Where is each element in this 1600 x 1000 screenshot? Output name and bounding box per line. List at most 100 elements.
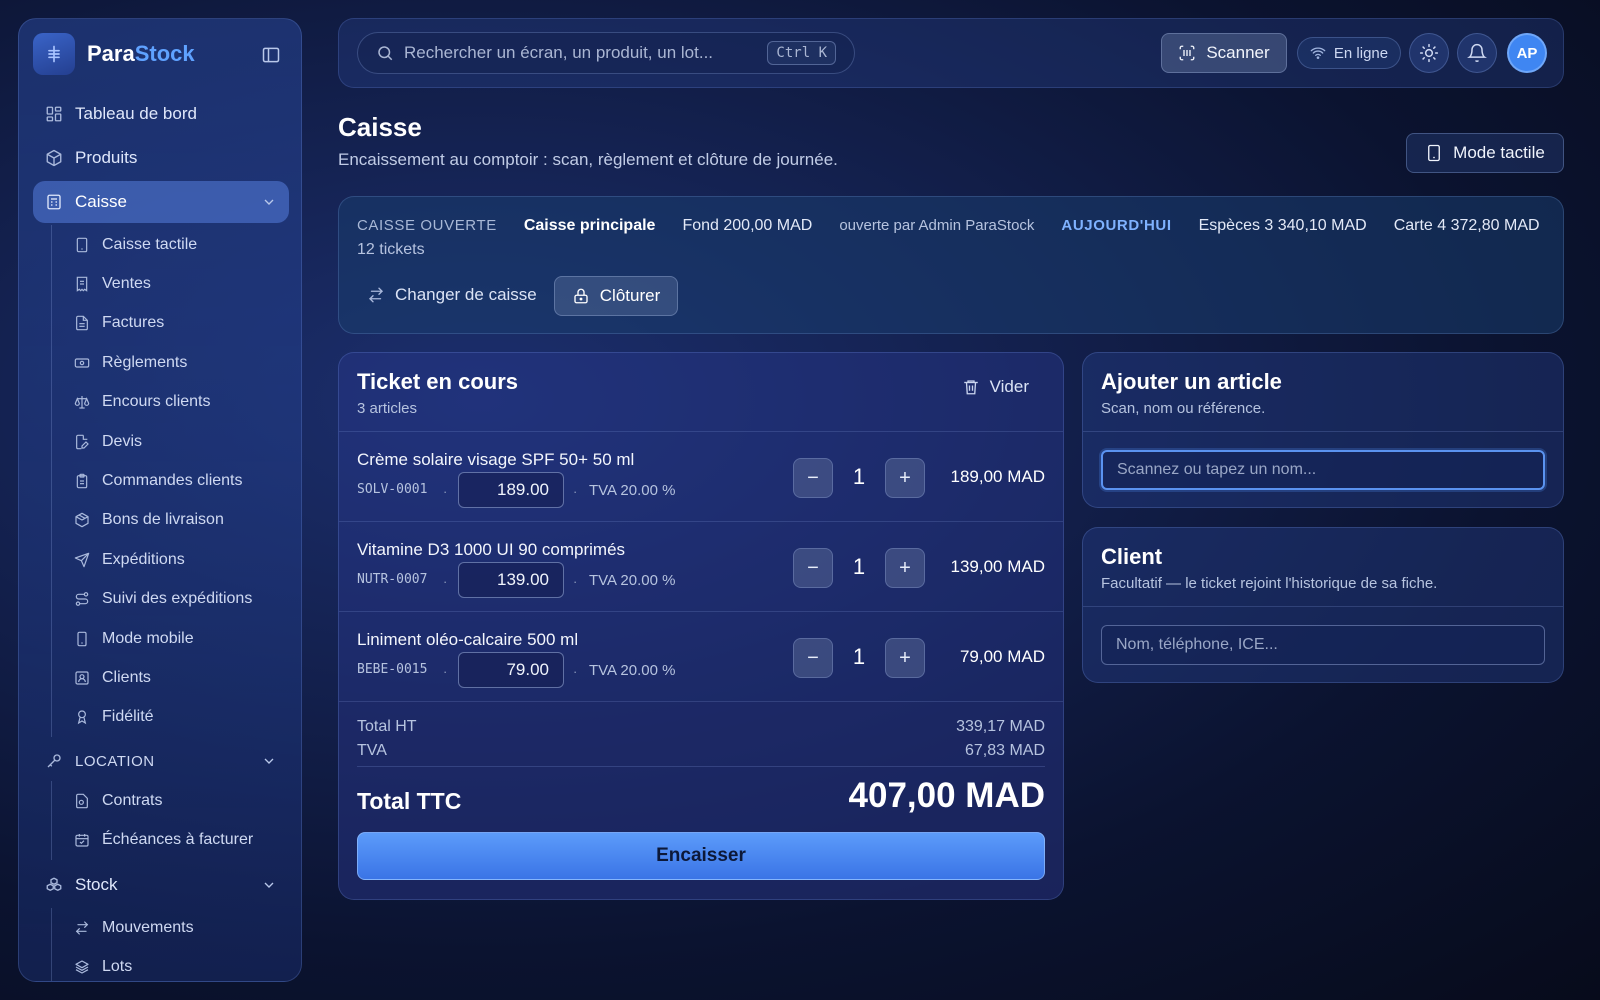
tva-row: TVA 67,83 MAD xyxy=(357,742,1045,760)
sidebar-item-ventes[interactable]: Ventes xyxy=(74,264,289,303)
sidebar-item-label: Lots xyxy=(102,957,133,975)
scanner-button[interactable]: Scanner xyxy=(1161,33,1287,73)
qty-increase-button[interactable]: + xyxy=(885,458,925,498)
line-unit-price-input[interactable] xyxy=(458,562,564,598)
ticket-line: Crème solaire visage SPF 50+ 50 ml SOLV-… xyxy=(339,431,1063,521)
sidebar-section-location[interactable]: LOCATION xyxy=(33,741,289,781)
send-icon xyxy=(74,552,90,568)
sidebar-item-products[interactable]: Produits xyxy=(33,137,289,179)
client-search-input[interactable] xyxy=(1101,625,1545,665)
search-bar[interactable]: Rechercher un écran, un produit, un lot.… xyxy=(357,32,855,74)
separator-dot: · xyxy=(443,484,448,499)
chevron-down-icon[interactable] xyxy=(261,877,277,893)
sidebar-toggle-icon[interactable] xyxy=(261,45,281,65)
register-status: CAISSE OUVERTE xyxy=(357,217,497,234)
change-register-label: Changer de caisse xyxy=(395,285,537,304)
route-icon xyxy=(74,591,90,607)
line-unit-price-input[interactable] xyxy=(458,652,564,688)
chevron-down-icon[interactable] xyxy=(261,753,277,769)
contact-icon xyxy=(74,670,90,686)
sidebar-item-label: Devis xyxy=(102,432,143,450)
sidebar-item-expeditions[interactable]: Expéditions xyxy=(74,540,289,579)
sidebar-item-fidelite[interactable]: Fidélité xyxy=(74,698,289,737)
add-article-input[interactable] xyxy=(1101,450,1545,490)
sidebar-item-mouvements[interactable]: Mouvements xyxy=(74,908,289,947)
notifications-button[interactable] xyxy=(1457,33,1497,73)
register-fund: Fond 200,00 MAD xyxy=(682,217,813,234)
plus-icon: + xyxy=(899,556,911,579)
line-quantity: 1 xyxy=(852,644,866,669)
sidebar-item-label: Produits xyxy=(75,148,138,167)
sidebar-item-suivi[interactable]: Suivi des expéditions xyxy=(74,580,289,619)
separator-dot: · xyxy=(573,574,578,589)
scale-icon xyxy=(74,394,90,410)
card-divider xyxy=(1083,431,1563,432)
sidebar-item-label: Expéditions xyxy=(102,550,185,568)
close-register-button[interactable]: Clôturer xyxy=(554,276,678,316)
sidebar-item-mode-mobile[interactable]: Mode mobile xyxy=(74,619,289,658)
brand-name: ParaStock xyxy=(87,41,195,66)
ticket-totals: Total HT 339,17 MAD TVA 67,83 MAD Total … xyxy=(339,701,1063,899)
file-icon xyxy=(74,315,90,331)
tva-value: 67,83 MAD xyxy=(964,742,1045,759)
separator-dot: · xyxy=(573,664,578,679)
qty-increase-button[interactable]: + xyxy=(885,548,925,588)
chevron-down-icon[interactable] xyxy=(261,194,277,210)
avatar[interactable]: AP xyxy=(1507,33,1547,73)
sidebar-item-label: Mode mobile xyxy=(102,629,194,647)
sidebar-item-reglements[interactable]: Règlements xyxy=(74,343,289,382)
sidebar-item-caisse-tactile[interactable]: Caisse tactile xyxy=(74,225,289,264)
client-panel: Client Facultatif — le ticket rejoint l'… xyxy=(1082,527,1564,683)
theme-toggle-button[interactable] xyxy=(1409,33,1449,73)
lock-icon xyxy=(572,287,590,305)
brand-logo xyxy=(33,33,75,75)
ticket-lines: Crème solaire visage SPF 50+ 50 ml SOLV-… xyxy=(339,431,1063,701)
caisse-subnav: Caisse tactile Ventes Factures Règlement… xyxy=(51,225,289,738)
line-vat: TVA 20.00 % xyxy=(589,662,676,679)
separator-dot: · xyxy=(443,574,448,589)
clipboard-icon xyxy=(74,473,90,489)
sidebar-item-label: Suivi des expéditions xyxy=(102,590,253,608)
scanner-label: Scanner xyxy=(1206,43,1270,62)
sidebar-item-echeances[interactable]: Échéances à facturer xyxy=(74,820,289,859)
clear-ticket-button[interactable]: Vider xyxy=(962,377,1029,397)
sidebar-item-clients[interactable]: Clients xyxy=(74,658,289,697)
sidebar-item-stock[interactable]: Stock xyxy=(33,864,289,906)
plus-icon: + xyxy=(899,646,911,669)
close-register-label: Clôturer xyxy=(599,286,661,305)
sidebar-item-contrats[interactable]: Contrats xyxy=(74,781,289,820)
line-product-ref: SOLV-0001 xyxy=(357,482,428,497)
mode-tactile-button[interactable]: Mode tactile xyxy=(1406,133,1564,173)
arrows-icon xyxy=(74,920,90,936)
total-ht-value: 339,17 MAD xyxy=(956,718,1045,735)
sidebar-item-caisse[interactable]: Caisse xyxy=(33,181,289,223)
sidebar-item-lots[interactable]: Lots xyxy=(74,947,289,981)
line-unit-price-input[interactable] xyxy=(458,472,564,508)
sidebar-item-bons-livraison[interactable]: Bons de livraison xyxy=(74,501,289,540)
register-opened-by: ouverte par Admin ParaStock xyxy=(839,217,1035,234)
qty-decrease-button[interactable]: − xyxy=(793,458,833,498)
page-subtitle: Encaissement au comptoir : scan, règleme… xyxy=(338,150,838,169)
brand[interactable]: ParaStock xyxy=(33,33,195,75)
qty-decrease-button[interactable]: − xyxy=(793,548,833,588)
qty-decrease-button[interactable]: − xyxy=(793,638,833,678)
sidebar-item-dashboard[interactable]: Tableau de bord xyxy=(33,93,289,135)
sidebar-item-label: Caisse tactile xyxy=(102,235,198,253)
bell-icon xyxy=(1467,43,1487,63)
add-article-title: Ajouter un article xyxy=(1101,369,1282,394)
clear-ticket-label: Vider xyxy=(989,377,1029,396)
page-title: Caisse xyxy=(338,112,422,142)
location-subnav: Contrats Échéances à facturer xyxy=(51,781,289,860)
checkout-button[interactable]: Encaisser xyxy=(357,832,1045,880)
sidebar-item-factures[interactable]: Factures xyxy=(74,304,289,343)
change-register-button[interactable]: Changer de caisse xyxy=(367,285,537,305)
ticket-line: Liniment oléo-calcaire 500 ml BEBE-0015 … xyxy=(339,611,1063,701)
register-icon xyxy=(45,193,63,211)
sidebar-item-encours[interactable]: Encours clients xyxy=(74,383,289,422)
line-product-ref: NUTR-0007 xyxy=(357,572,428,587)
sidebar-item-devis[interactable]: Devis xyxy=(74,422,289,461)
online-status-badge: En ligne xyxy=(1297,37,1401,69)
minus-icon: − xyxy=(807,466,819,489)
qty-increase-button[interactable]: + xyxy=(885,638,925,678)
sidebar-item-commandes[interactable]: Commandes clients xyxy=(74,461,289,500)
